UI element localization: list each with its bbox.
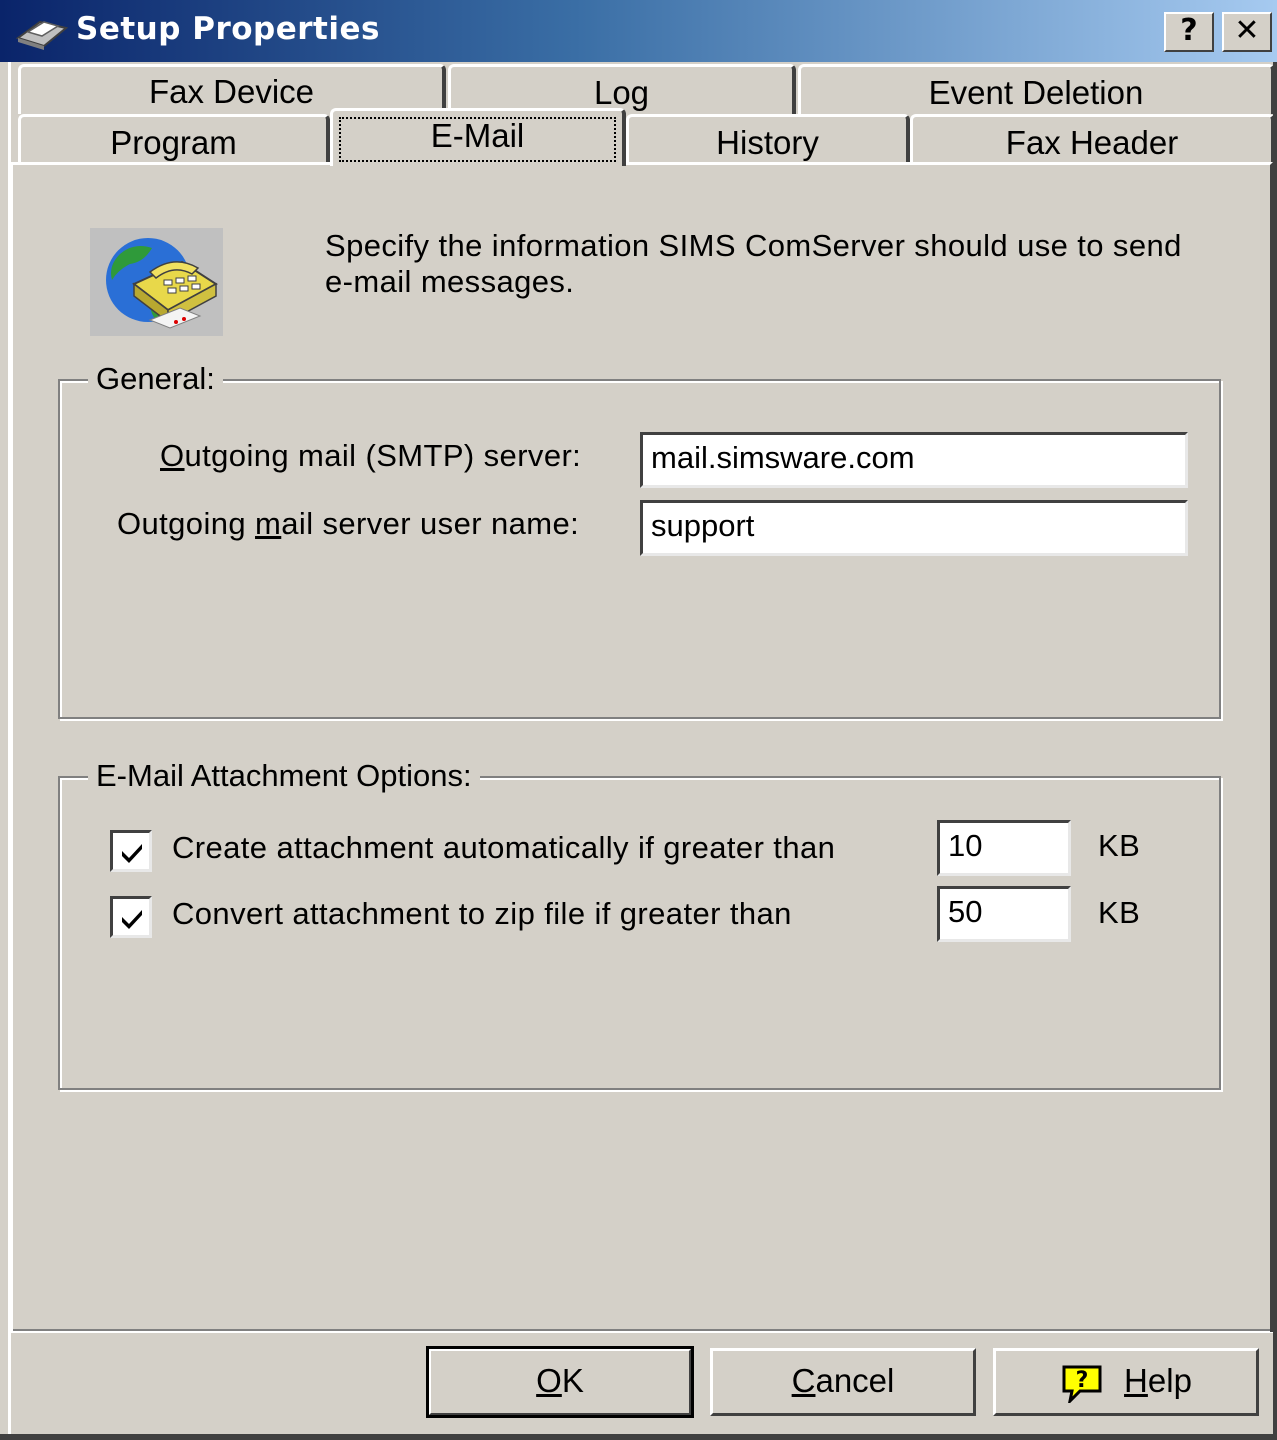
convert-zip-label: Convert attachment to zip file if greate… <box>172 896 792 931</box>
tab-panel <box>10 162 1273 1332</box>
create-attachment-checkbox[interactable] <box>110 830 152 872</box>
window-border-bottom <box>0 1434 1277 1440</box>
convert-zip-checkbox[interactable] <box>110 896 152 938</box>
svg-text:?: ? <box>1076 1368 1089 1393</box>
tab-fax-header[interactable]: Fax Header <box>910 114 1275 164</box>
help-question-icon: ? <box>1062 1365 1102 1406</box>
tab-label: Event Deletion <box>928 74 1144 111</box>
ok-button[interactable]: OK <box>426 1346 694 1418</box>
window-title: Setup Properties <box>76 11 380 47</box>
title-bar: Setup Properties ? ✕ <box>0 0 1277 62</box>
checkmark-icon <box>122 910 142 929</box>
attachment-options-legend: E-Mail Attachment Options: <box>88 756 480 796</box>
focus-rectangle <box>339 117 616 162</box>
tab-fax-device[interactable]: Fax Device <box>18 64 446 114</box>
help-button[interactable]: ? Help <box>993 1348 1259 1416</box>
checkmark-icon <box>122 844 142 863</box>
window-border-right <box>1273 62 1277 1440</box>
intro-description: Specify the information SIMS ComServer s… <box>325 228 1182 299</box>
tab-event-deletion[interactable]: Event Deletion <box>798 64 1275 114</box>
tab-history[interactable]: History <box>626 114 910 164</box>
create-attachment-size-input[interactable]: 10 <box>937 820 1071 876</box>
convert-zip-size-input[interactable]: 50 <box>937 886 1071 942</box>
smtp-server-input[interactable]: mail.simsware.com <box>640 432 1188 488</box>
tab-program[interactable]: Program <box>18 114 330 164</box>
convert-zip-unit: KB <box>1098 895 1141 930</box>
tab-email[interactable]: E-Mail <box>330 108 626 166</box>
smtp-username-label: Outgoing mail server user name: <box>117 506 580 541</box>
close-button[interactable]: ✕ <box>1222 12 1272 52</box>
tab-log[interactable]: Log <box>448 64 796 114</box>
smtp-server-label: Outgoing mail (SMTP) server: <box>160 438 582 473</box>
create-attachment-label: Create attachment automatically if great… <box>172 830 836 865</box>
email-globe-phone-icon <box>90 228 223 336</box>
general-legend: General: <box>88 359 223 399</box>
context-help-button[interactable]: ? <box>1164 12 1214 52</box>
cancel-button[interactable]: Cancel <box>710 1348 976 1416</box>
tab-label: Fax Device <box>148 73 315 110</box>
fax-printer-icon <box>15 20 69 50</box>
create-attachment-unit: KB <box>1098 828 1141 863</box>
smtp-username-input[interactable]: support <box>640 500 1188 556</box>
